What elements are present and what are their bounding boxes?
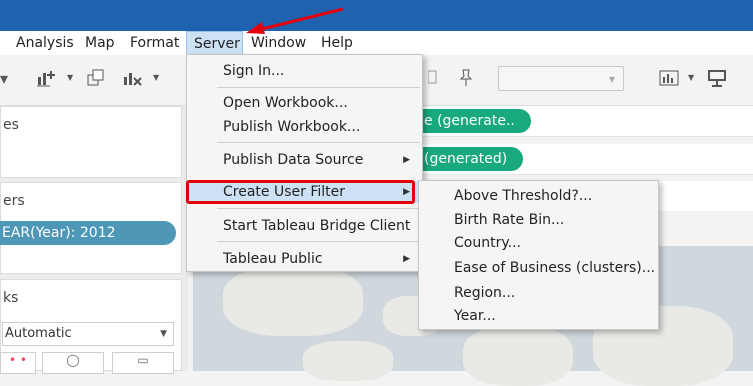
menu-item-label: Tableau Public xyxy=(223,251,323,267)
map-land xyxy=(463,326,573,386)
duplicate-icon[interactable] xyxy=(87,69,105,91)
marks-card-title: ks xyxy=(3,290,19,306)
map-land xyxy=(303,341,393,381)
presentation-icon[interactable] xyxy=(707,69,727,91)
filters-card-title: ers xyxy=(3,193,25,209)
show-me-caret-icon[interactable]: ▼ xyxy=(688,73,694,82)
menu-item-publish-data-source[interactable]: Publish Data Source ▶ xyxy=(187,149,422,171)
label-icon: ▭ xyxy=(137,353,149,367)
clear-sheet-icon[interactable] xyxy=(122,69,142,91)
submenu-item-country[interactable]: Country... xyxy=(454,232,521,254)
menu-item-tableau-public[interactable]: Tableau Public ▶ xyxy=(187,248,422,270)
mark-type-select[interactable]: Automatic ▼ xyxy=(2,322,174,346)
clear-caret-icon[interactable]: ▼ xyxy=(153,73,159,82)
menu-item-publish-workbook[interactable]: Publish Workbook... xyxy=(187,116,422,138)
menu-item-open-workbook[interactable]: Open Workbook... xyxy=(187,92,422,114)
menu-item-label: Publish Workbook... xyxy=(223,119,361,135)
menu-separator xyxy=(217,142,420,143)
color-dots-icon: • • xyxy=(9,353,27,367)
latitude-pill[interactable]: (generated) xyxy=(420,147,524,171)
chevron-down-icon: ▼ xyxy=(608,75,615,84)
submenu-item-above-threshold[interactable]: Above Threshold?... xyxy=(454,185,592,207)
submenu-item-birth-rate-bin[interactable]: Birth Rate Bin... xyxy=(454,209,564,231)
new-chart-icon[interactable] xyxy=(36,69,56,91)
menu-item-label: Sign In... xyxy=(223,63,285,79)
toolbar-caret-icon[interactable]: ▾ xyxy=(0,69,8,88)
submenu-arrow-icon: ▶ xyxy=(403,155,410,165)
menu-separator xyxy=(217,87,420,88)
submenu-item-ease-of-business[interactable]: Ease of Business (clusters)... xyxy=(454,257,655,279)
mark-type-value: Automatic xyxy=(5,326,72,341)
user-filter-submenu: Above Threshold?... Birth Rate Bin... Co… xyxy=(418,180,659,330)
chevron-down-icon: ▼ xyxy=(160,329,167,339)
pages-card: es xyxy=(0,106,182,178)
menu-separator xyxy=(217,241,420,242)
new-chart-caret-icon[interactable]: ▼ xyxy=(67,73,73,82)
fit-dropdown[interactable]: ▼ xyxy=(498,66,624,91)
show-me-icon[interactable] xyxy=(659,69,681,91)
map-land xyxy=(223,266,363,336)
submenu-arrow-icon: ▶ xyxy=(403,254,410,264)
pages-card-title: es xyxy=(3,117,19,133)
menu-item-sign-in[interactable]: Sign In... xyxy=(187,60,422,82)
labels-icon[interactable] xyxy=(427,69,438,88)
menu-item-label: Open Workbook... xyxy=(223,95,348,111)
server-menu: Sign In... Open Workbook... Publish Work… xyxy=(186,54,423,272)
submenu-item-year[interactable]: Year... xyxy=(454,305,496,327)
red-arrow-icon xyxy=(246,7,344,34)
menu-item-start-bridge-client[interactable]: Start Tableau Bridge Client xyxy=(187,215,422,237)
pin-icon[interactable] xyxy=(458,69,474,91)
submenu-item-region[interactable]: Region... xyxy=(454,282,515,304)
menu-separator xyxy=(217,208,420,209)
menu-item-label: Publish Data Source xyxy=(223,152,364,168)
size-icon: ◯ xyxy=(66,353,80,367)
menu-item-label: Start Tableau Bridge Client xyxy=(223,218,411,234)
longitude-pill[interactable]: e (generate.. xyxy=(420,109,531,133)
highlight-annotation-box xyxy=(186,180,415,204)
year-filter-pill[interactable]: EAR(Year): 2012 xyxy=(0,221,176,245)
